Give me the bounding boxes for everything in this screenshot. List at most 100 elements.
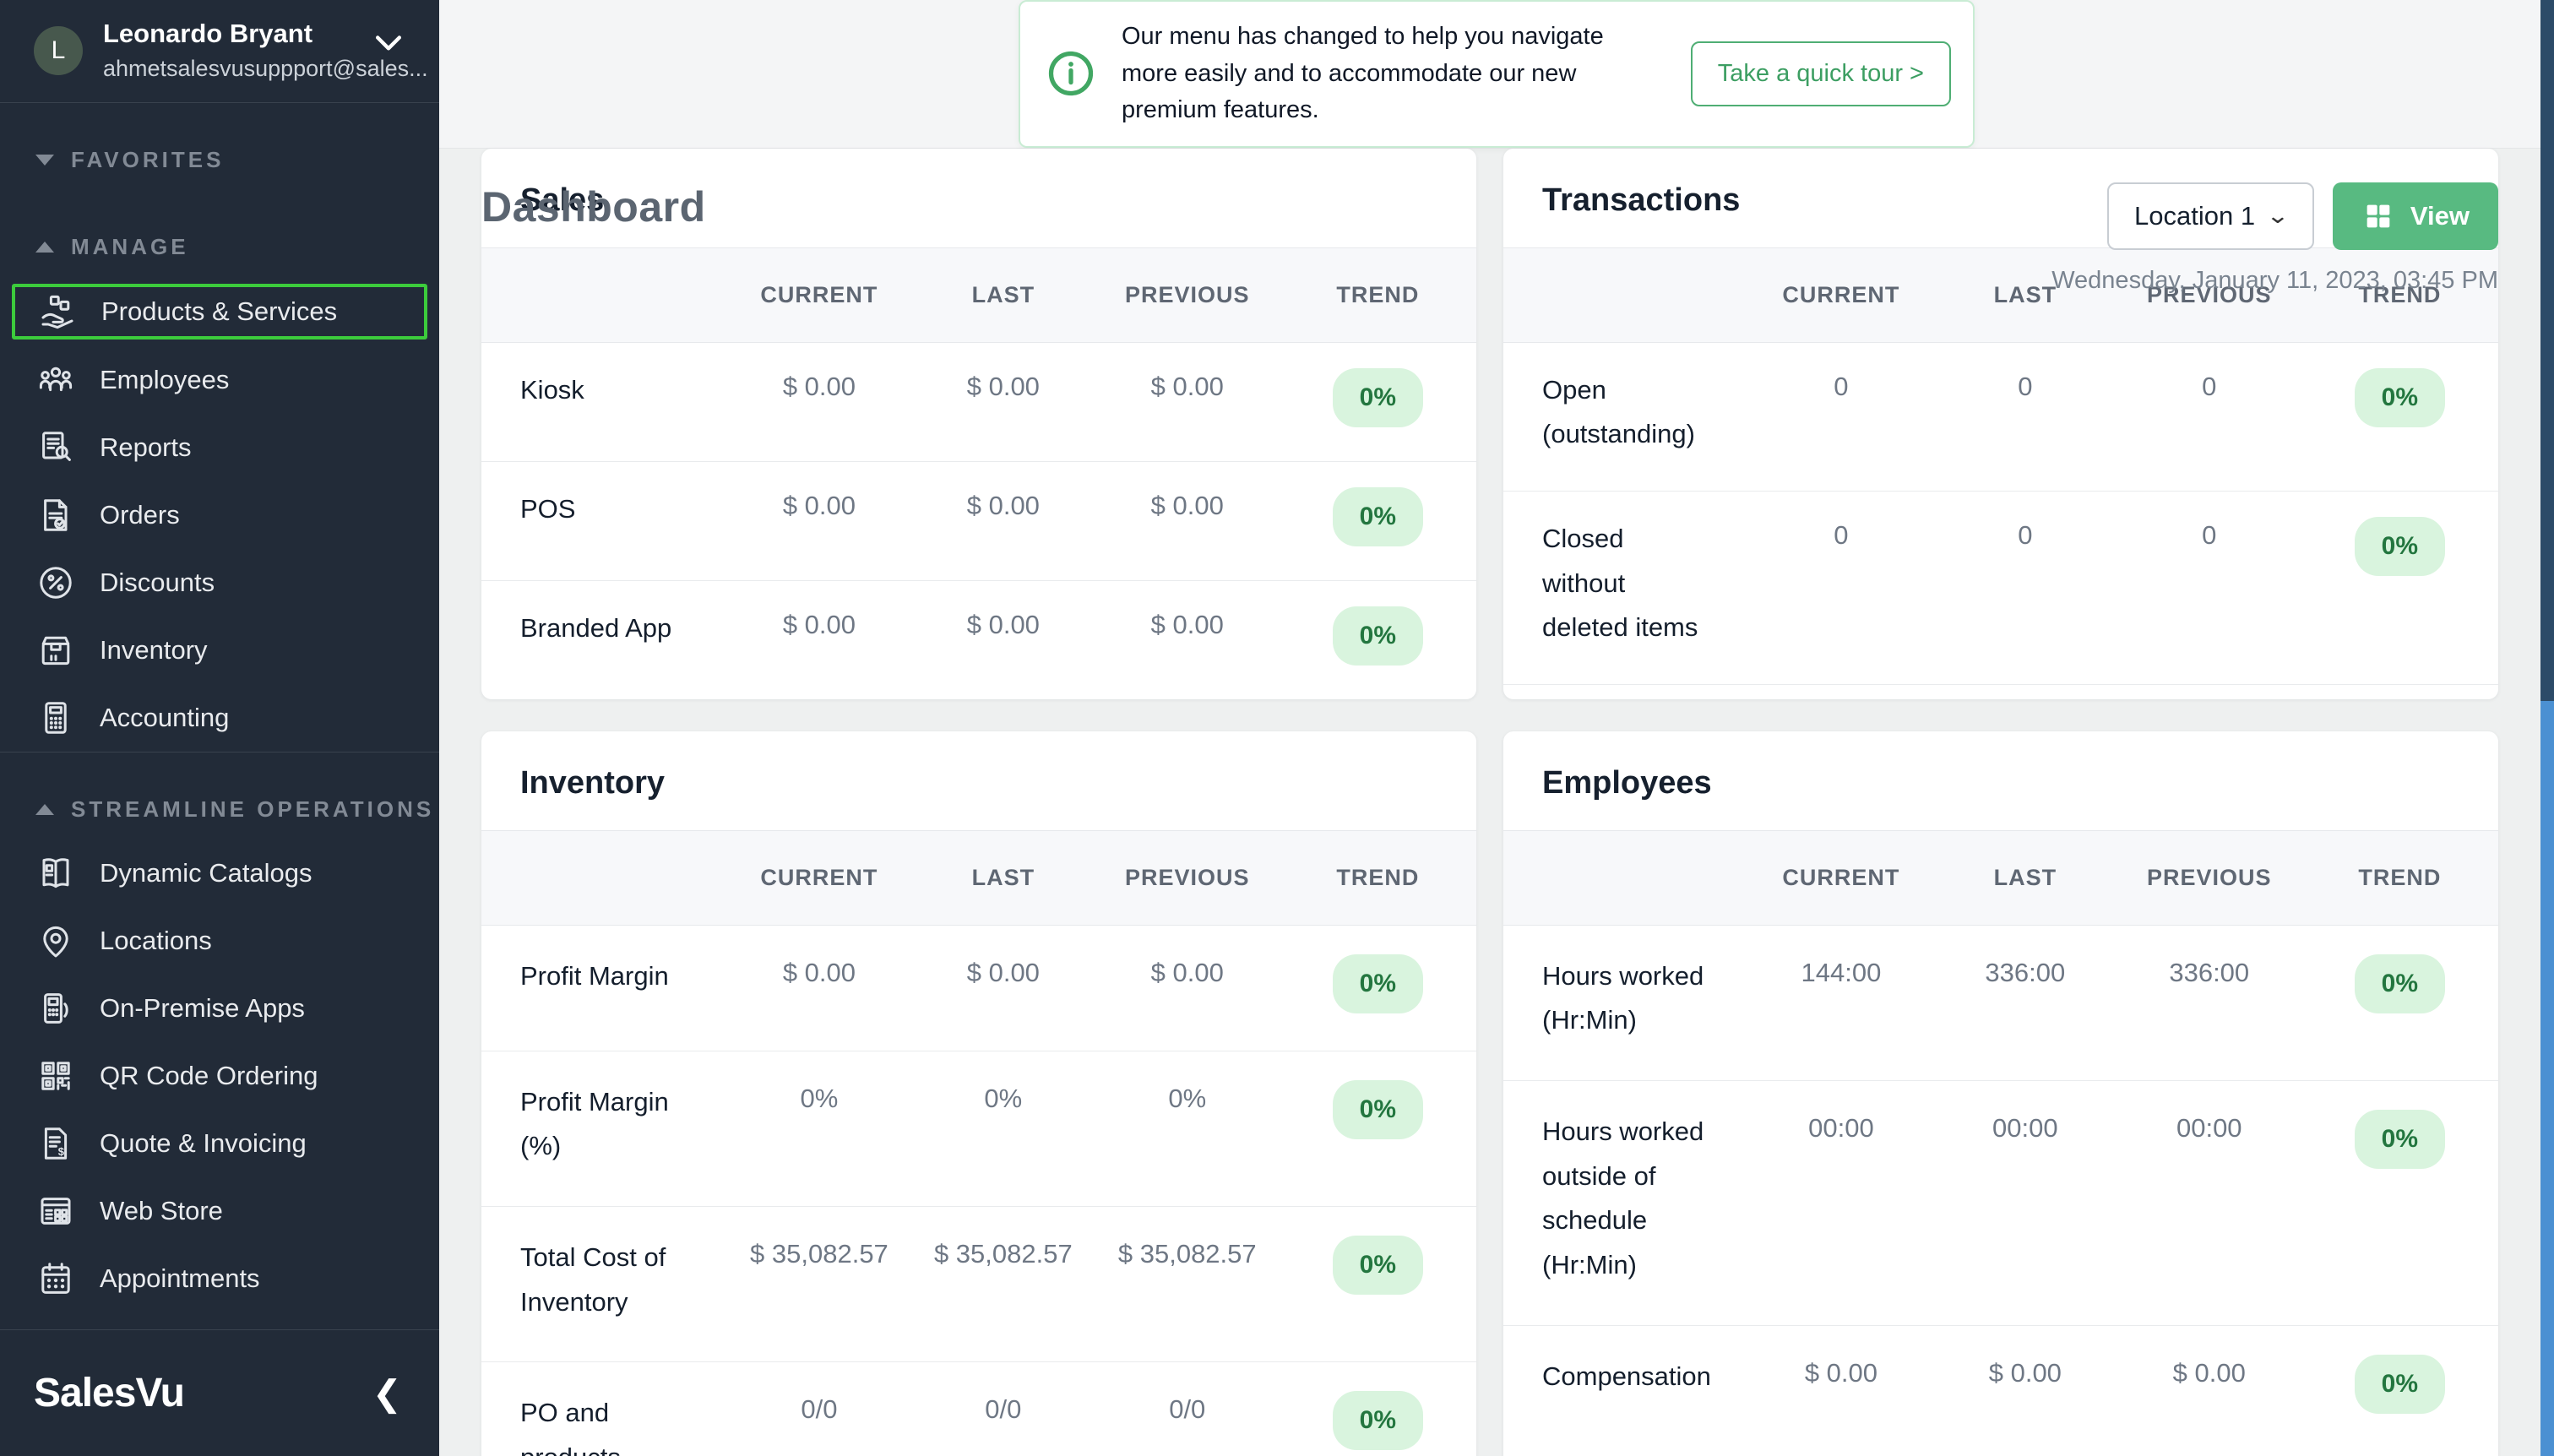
page-title: Dashboard	[481, 182, 706, 231]
metric-value: 0	[1834, 519, 1849, 550]
column-header-previous: PREVIOUS	[1124, 864, 1250, 890]
trend-cell: 0%	[1280, 486, 1476, 546]
location-selector[interactable]: Location 1 ⌄	[2107, 182, 2314, 250]
sidebar-item-label: Locations	[100, 926, 212, 955]
table-header: CURRENT LAST PREVIOUS TREND	[481, 247, 1476, 343]
trend-pill: 0%	[2354, 367, 2446, 427]
metric-value: 0	[2202, 371, 2217, 401]
row-label: Kiosk	[520, 374, 584, 405]
table-row: Total Cost of Inventory $ 35,082.57 $ 35,0…	[481, 1207, 1476, 1363]
trend-pill: 0%	[1332, 1235, 1424, 1295]
trend-cell: 0%	[1280, 1391, 1476, 1451]
app-root: L Leonardo Bryant ahmetsalesvusuppport@s…	[0, 0, 2554, 1456]
table-row: Branded App $ 0.00 $ 0.00 $ 0.00 0%	[481, 581, 1476, 699]
trend-cell: 0%	[2301, 1354, 2498, 1414]
metric-value: 0/0	[801, 1394, 838, 1425]
column-header-current: CURRENT	[1782, 864, 1900, 890]
header-spacer	[481, 282, 727, 308]
chevron-down-icon: ⌄	[2265, 203, 2290, 228]
trend-cell: 0%	[1280, 953, 1476, 1013]
trend-cell: 0%	[1280, 367, 1476, 427]
sidebar-item-orders[interactable]: Orders	[0, 481, 439, 549]
view-button[interactable]: View	[2332, 182, 2498, 250]
sidebar-item-quote-invoicing[interactable]: $ Quote & Invoicing	[0, 1110, 439, 1177]
sidebar-item-web-store[interactable]: Web Store	[0, 1177, 439, 1245]
sidebar-item-discounts[interactable]: Discounts	[0, 549, 439, 617]
take-quick-tour-button[interactable]: Take a quick tour >	[1690, 41, 1951, 106]
row-label: Branded App	[520, 612, 672, 643]
section-header-manage[interactable]: MANAGE	[0, 190, 439, 277]
metric-value: $ 0.00	[782, 371, 856, 401]
sidebar-item-label: Web Store	[100, 1196, 223, 1225]
sidebar-item-label: Dynamic Catalogs	[100, 858, 312, 888]
metric-value: $ 35,082.57	[750, 1238, 888, 1269]
metric-value: $ 0.00	[966, 371, 1040, 401]
locations-icon	[35, 921, 76, 961]
trend-cell: 0%	[2301, 1109, 2498, 1169]
trend-pill: 0%	[1332, 367, 1424, 427]
header-spacer	[481, 865, 727, 891]
collapse-sidebar-icon[interactable]: ❮	[372, 1372, 402, 1414]
table-row: POS $ 0.00 $ 0.00 $ 0.00 0%	[481, 462, 1476, 581]
scrollbar-thumb[interactable]	[2540, 0, 2554, 701]
section-header-streamline-operations[interactable]: STREAMLINE OPERATIONS	[0, 752, 439, 839]
on-premise-apps-icon	[35, 988, 76, 1029]
main-content: Our menu has changed to help you navigat…	[439, 0, 2554, 1456]
section-header-favorites[interactable]: FAVORITES	[0, 103, 439, 190]
caret-up-icon	[35, 804, 54, 815]
metric-value: $ 0.00	[1804, 1357, 1878, 1388]
discounts-icon	[35, 562, 76, 603]
caret-down-icon	[35, 155, 54, 166]
table-row: Profit Margin $ 0.00 $ 0.00 $ 0.00 0%	[481, 926, 1476, 1051]
sidebar-item-employees[interactable]: Employees	[0, 346, 439, 414]
header-spacer	[1503, 865, 1749, 891]
sidebar-item-products-services[interactable]: Products & Services	[12, 284, 427, 340]
sidebar-item-appointments[interactable]: Appointments	[0, 1245, 439, 1312]
row-label: Open (outstanding)	[1542, 374, 1695, 449]
trend-pill: 0%	[2354, 516, 2446, 576]
table-header: CURRENT LAST PREVIOUS TREND	[1503, 247, 2498, 343]
page-scrollbar[interactable]	[2540, 0, 2554, 1456]
table-rows: Kiosk $ 0.00 $ 0.00 $ 0.00 0% POS $ 0.00 $ 0.00…	[481, 343, 1476, 699]
section-label: STREAMLINE OPERATIONS	[71, 796, 435, 822]
table-row: PO and products 0/0 0/0 0/0 0%	[481, 1362, 1476, 1456]
table-row: Profit Margin (%) 0% 0% 0% 0%	[481, 1051, 1476, 1207]
section-label: MANAGE	[71, 234, 189, 259]
user-account-menu[interactable]: L Leonardo Bryant ahmetsalesvusuppport@s…	[0, 0, 439, 102]
dashboard-cards: Sales CURRENT LAST PREVIOUS TREND Kiosk $ 0.00…	[481, 148, 2498, 1456]
row-label: Compensation	[1542, 1361, 1711, 1391]
metric-value: $ 0.00	[782, 957, 856, 987]
sidebar-item-reports[interactable]: Reports	[0, 414, 439, 481]
metric-value: 0/0	[1169, 1394, 1206, 1425]
sidebar-item-locations[interactable]: Locations	[0, 907, 439, 975]
sidebar-item-label: Inventory	[100, 635, 208, 665]
trend-cell: 0%	[2301, 367, 2498, 427]
sidebar-item-qr-code-ordering[interactable]: QR Code Ordering	[0, 1042, 439, 1110]
sidebar-sections: FAVORITES MANAGE Products & Services Employ…	[0, 103, 439, 1329]
metric-value: $ 0.00	[966, 957, 1040, 987]
metric-value: 0%	[1168, 1083, 1207, 1113]
column-header-trend: TREND	[1336, 281, 1420, 307]
view-button-label: View	[2410, 200, 2470, 231]
banner-text: Our menu has changed to help you navigat…	[1122, 23, 1604, 123]
inventory-card: Inventory CURRENT LAST PREVIOUS TREND Profit …	[481, 731, 1476, 1456]
row-label: Hours worked outside of schedule (Hr:Min…	[1542, 1116, 1704, 1279]
sidebar-item-dynamic-catalogs[interactable]: Dynamic Catalogs	[0, 839, 439, 907]
trend-pill: 0%	[2354, 1109, 2446, 1169]
dynamic-catalogs-icon	[35, 853, 76, 894]
trend-pill: 0%	[1332, 1079, 1424, 1139]
metric-value: $ 0.00	[2172, 1357, 2246, 1388]
metric-value: 336:00	[2169, 957, 2250, 987]
table-row: Compensation $ 0.00 $ 0.00 $ 0.00 0%	[1503, 1326, 2498, 1451]
sidebar-footer: SalesVu ❮	[0, 1329, 439, 1456]
sidebar-item-inventory[interactable]: Inventory	[0, 617, 439, 684]
accounting-icon	[35, 698, 76, 738]
sidebar-item-label: Reports	[100, 432, 192, 462]
sidebar-item-on-premise-apps[interactable]: On-Premise Apps	[0, 975, 439, 1042]
metric-value: $ 0.00	[782, 490, 856, 520]
employees-card: Employees CURRENT LAST PREVIOUS TREND Hours w…	[1503, 731, 2498, 1456]
sidebar-item-accounting[interactable]: Accounting	[0, 684, 439, 752]
user-email: ahmetsalesvusuppport@sales...	[103, 56, 428, 81]
card-title: Employees	[1542, 764, 1712, 801]
location-selector-label: Location 1	[2134, 200, 2256, 231]
